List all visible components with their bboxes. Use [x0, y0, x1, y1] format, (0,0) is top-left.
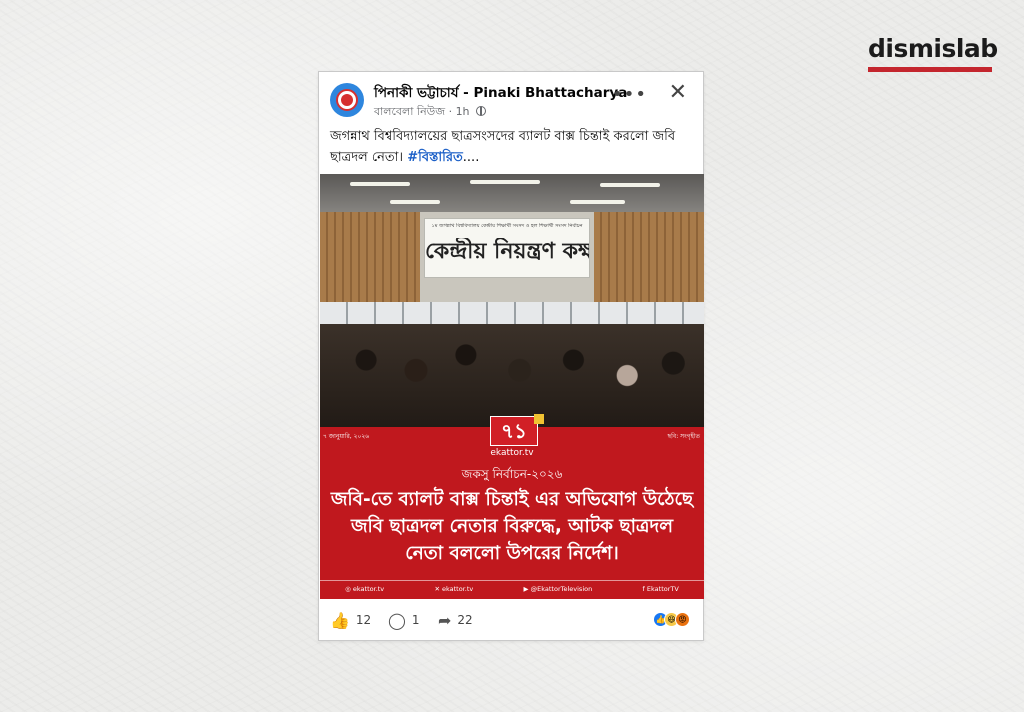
meta-separator: · — [448, 105, 456, 118]
brand-name: dismislab — [868, 34, 998, 63]
post-caption: জগন্নাথ বিশ্ববিদ্যালয়ের ছাত্রসংসদের ব্য… — [330, 126, 691, 168]
footer-link: ▶ @EkattorTelevision — [523, 585, 593, 593]
avatar[interactable] — [330, 83, 364, 117]
footer-divider — [320, 580, 704, 581]
comment-icon: ◯ — [388, 611, 406, 630]
footer-link: ◎ ekattor.tv — [345, 585, 385, 593]
angry-reaction-icon: 😡 — [675, 612, 690, 627]
ceiling-light — [390, 200, 440, 204]
ceiling-light — [470, 180, 540, 184]
post-image[interactable]: ১ম জগন্নাথ বিশ্ববিদ্যালয় কেন্দ্রীয় শিক… — [320, 174, 704, 599]
source-name[interactable]: বালবেলা নিউজ — [374, 105, 445, 118]
news-headline: জবি-তে ব্যালট বাক্স চিন্তাই এর অভিযোগ উঠ… — [330, 489, 694, 564]
like-button[interactable]: 👍 12 — [330, 611, 371, 630]
footer-link: ✕ ekattor.tv — [434, 585, 474, 593]
banner-subtitle: ১ম জগন্নাথ বিশ্ববিদ্যালয় কেন্দ্রীয় শিক… — [431, 223, 583, 229]
share-icon: ➦ — [438, 611, 452, 630]
logo-badge — [534, 414, 544, 424]
wood-wall-left — [320, 212, 420, 302]
post-meta: বালবেলা নিউজ · 1h — [374, 103, 487, 122]
section-title: জকসু নির্বাচন-২০২৬ — [461, 467, 563, 481]
news-photo: ১ম জগন্নাথ বিশ্ববিদ্যালয় কেন্দ্রীয় শিক… — [320, 174, 704, 427]
wood-wall-right — [594, 212, 704, 302]
comment-count: 1 — [411, 613, 420, 627]
globe-icon — [476, 106, 487, 116]
ceiling — [320, 174, 704, 216]
hashtag-link[interactable]: #বিস্তারিত — [407, 150, 463, 165]
channel-name: ekattor.tv — [490, 448, 534, 458]
close-icon[interactable]: ✕ — [669, 81, 687, 105]
comment-button[interactable]: ◯ 1 — [388, 611, 420, 630]
post-header: পিনাকী ভট্টাচার্য - Pinaki Bhattacharya … — [330, 81, 693, 121]
ekattor-logo: ৭১ — [490, 416, 538, 446]
caption-ellipsis: .... — [462, 150, 480, 165]
reaction-summary[interactable]: 👍 😆 😡 — [653, 612, 693, 628]
caption-text: জগন্নাথ বিশ্ববিদ্যালয়ের ছাত্রসংসদের ব্য… — [330, 129, 676, 165]
avatar-face — [341, 94, 353, 106]
share-count: 22 — [457, 613, 473, 627]
share-button[interactable]: ➦ 22 — [438, 611, 473, 630]
footer-link: f EkattorTV — [642, 585, 679, 593]
ceiling-light — [350, 182, 410, 186]
ceiling-light — [600, 183, 660, 187]
crowd — [320, 324, 704, 427]
reaction-bar: 👍 12 ◯ 1 ➦ 22 👍 😆 😡 — [330, 609, 693, 633]
brand-logo: dismislab — [868, 34, 998, 72]
more-icon[interactable]: ••• — [612, 86, 647, 104]
brand-underline — [868, 67, 992, 72]
photo-credit: ছবি: সংগৃহীত — [667, 433, 700, 440]
footer-links: ◎ ekattor.tv ✕ ekattor.tv ▶ @EkattorTele… — [320, 585, 704, 597]
post-time[interactable]: 1h — [456, 105, 470, 118]
facebook-post-card: পিনাকী ভট্টাচার্য - Pinaki Bhattacharya … — [318, 71, 704, 641]
control-room-banner: ১ম জগন্নাথ বিশ্ববিদ্যালয় কেন্দ্রীয় শিক… — [424, 218, 590, 278]
photo-date: ৭ জানুয়ারি, ২০২৬ — [323, 433, 370, 440]
ceiling-light — [570, 200, 625, 204]
like-count: 12 — [355, 613, 372, 627]
banner-title: কেন্দ্রীয় নিয়ন্ত্রণ কক্ষ — [425, 238, 589, 264]
like-icon: 👍 — [330, 611, 350, 630]
author-name[interactable]: পিনাকী ভট্টাচার্য - Pinaki Bhattacharya — [374, 82, 627, 105]
